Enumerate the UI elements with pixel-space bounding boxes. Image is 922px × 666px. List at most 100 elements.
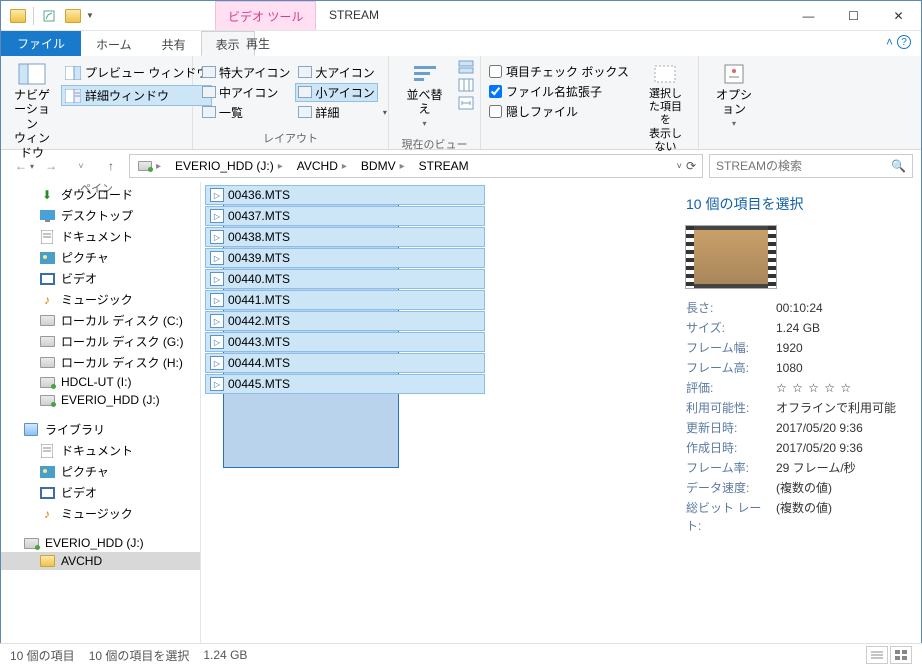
qat-customize-icon[interactable]: ▼: [86, 11, 94, 20]
navigation-bar: ← → ˅ ↑ ▸ EVERIO_HDD (J:)▸ AVCHD▸ BDMV▸ …: [1, 150, 921, 182]
columns-fit-icon[interactable]: [458, 96, 474, 110]
video-file-icon: ▷: [210, 272, 224, 286]
hide-selected-button[interactable]: 選択した項目を 表示しない: [639, 60, 692, 156]
tree-item[interactable]: デスクトップ: [1, 205, 200, 226]
status-selection-count: 10 個の項目を選択: [89, 647, 190, 664]
video-file-icon: ▷: [210, 188, 224, 202]
main-area: ⬇ダウンロードデスクトップドキュメントピクチャビデオ♪ミュージックローカル ディ…: [1, 182, 921, 644]
preview-heading: 10 個の項目を選択: [686, 194, 911, 214]
tree-item[interactable]: ドキュメント: [1, 226, 200, 247]
item-checkboxes-toggle[interactable]: 項目チェック ボックス: [487, 62, 631, 81]
layout-large-icons[interactable]: 大アイコン: [295, 63, 377, 82]
file-list-pane[interactable]: ▷00436.MTS▷00437.MTS▷00438.MTS▷00439.MTS…: [201, 182, 676, 644]
back-button[interactable]: ←: [9, 154, 33, 178]
tree-item[interactable]: ローカル ディスク (C:): [1, 310, 200, 331]
video-file-icon: ▷: [210, 230, 224, 244]
file-item[interactable]: ▷00438.MTS: [205, 227, 485, 247]
refresh-button[interactable]: ⟳: [686, 159, 696, 173]
video-file-icon: ▷: [210, 356, 224, 370]
file-item[interactable]: ▷00443.MTS: [205, 332, 485, 352]
search-icon[interactable]: 🔍: [891, 159, 906, 173]
close-button[interactable]: ✕: [876, 1, 921, 30]
breadcrumb-seg-0[interactable]: EVERIO_HDD (J:)▸: [167, 155, 289, 177]
preview-thumbnail: [686, 226, 776, 288]
breadcrumb-seg-2[interactable]: BDMV▸: [353, 155, 411, 177]
titlebar: ▼ ビデオ ツール STREAM — ☐ ✕: [1, 1, 921, 31]
breadcrumb-root-icon[interactable]: ▸: [130, 155, 167, 177]
details-view-button[interactable]: [866, 646, 888, 664]
tree-libraries[interactable]: ライブラリ: [1, 419, 200, 440]
group-by-icon[interactable]: [458, 60, 474, 74]
layout-extra-large-icons[interactable]: 特大アイコン: [199, 63, 293, 82]
tree-drive-root[interactable]: EVERIO_HDD (J:): [1, 534, 200, 552]
file-item[interactable]: ▷00444.MTS: [205, 353, 485, 373]
thumbnails-view-button[interactable]: [890, 646, 912, 664]
ribbon: ナビゲーション ウィンドウ ▾ プレビュー ウィンドウ 詳細ウィンドウ ペイン …: [1, 56, 921, 150]
status-size: 1.24 GB: [203, 648, 247, 662]
tab-play[interactable]: 再生: [226, 31, 290, 56]
file-item[interactable]: ▷00441.MTS: [205, 290, 485, 310]
breadcrumb-seg-3[interactable]: STREAM: [411, 155, 473, 177]
up-button[interactable]: ↑: [99, 154, 123, 178]
sort-by-button[interactable]: 並べ替え▾: [395, 60, 454, 130]
breadcrumb-seg-1[interactable]: AVCHD▸: [289, 155, 353, 177]
video-file-icon: ▷: [210, 293, 224, 307]
tree-item[interactable]: ビデオ: [1, 268, 200, 289]
layout-list[interactable]: 一覧: [199, 103, 293, 122]
window-title: STREAM: [329, 8, 379, 22]
layout-small-icons[interactable]: 小アイコン: [295, 83, 377, 102]
status-item-count: 10 個の項目: [10, 647, 75, 664]
maximize-button[interactable]: ☐: [831, 1, 876, 30]
tree-item[interactable]: ローカル ディスク (H:): [1, 352, 200, 373]
options-button[interactable]: オプション▾: [705, 60, 763, 130]
tree-item[interactable]: ♪ミュージック: [1, 289, 200, 310]
tab-file[interactable]: ファイル: [1, 31, 81, 56]
layout-details[interactable]: 詳細: [295, 103, 377, 122]
video-file-icon: ▷: [210, 377, 224, 391]
minimize-button[interactable]: —: [786, 1, 831, 30]
file-item[interactable]: ▷00437.MTS: [205, 206, 485, 226]
ribbon-tabs: ファイル ホーム 共有 表示 再生 ˄ ?: [1, 31, 921, 56]
app-icon[interactable]: [7, 5, 29, 27]
qat-properties-icon[interactable]: [38, 5, 60, 27]
forward-button[interactable]: →: [39, 154, 63, 178]
ribbon-group-current-view-label: 現在のビュー: [389, 134, 480, 155]
address-bar[interactable]: ▸ EVERIO_HDD (J:)▸ AVCHD▸ BDMV▸ STREAM ˅…: [129, 154, 703, 178]
file-item[interactable]: ▷00445.MTS: [205, 374, 485, 394]
ribbon-help[interactable]: ˄ ?: [886, 35, 911, 49]
qat-newfolder-icon[interactable]: [62, 5, 84, 27]
hidden-items-toggle[interactable]: 隠しファイル: [487, 102, 631, 121]
tree-item[interactable]: HDCL-UT (I:): [1, 373, 200, 391]
tree-library-item[interactable]: ピクチャ: [1, 461, 200, 482]
video-file-icon: ▷: [210, 314, 224, 328]
search-input[interactable]: [716, 159, 886, 173]
search-box[interactable]: 🔍: [709, 154, 913, 178]
navigation-tree[interactable]: ⬇ダウンロードデスクトップドキュメントピクチャビデオ♪ミュージックローカル ディ…: [1, 182, 201, 644]
filename-extensions-toggle[interactable]: ファイル名拡張子: [487, 82, 631, 101]
tab-home[interactable]: ホーム: [81, 31, 147, 56]
preview-pane-button[interactable]: プレビュー ウィンドウ: [61, 62, 212, 83]
tab-share[interactable]: 共有: [147, 31, 201, 56]
video-file-icon: ▷: [210, 335, 224, 349]
tree-item[interactable]: ローカル ディスク (G:): [1, 331, 200, 352]
layout-medium-icons[interactable]: 中アイコン: [199, 83, 293, 102]
file-item[interactable]: ▷00440.MTS: [205, 269, 485, 289]
tree-item[interactable]: EVERIO_HDD (J:): [1, 391, 200, 409]
details-pane: 10 個の項目を選択 長さ:00:10:24 サイズ:1.24 GB フレーム幅…: [676, 182, 921, 644]
file-item[interactable]: ▷00436.MTS: [205, 185, 485, 205]
rating-stars[interactable]: ☆ ☆ ☆ ☆ ☆: [776, 379, 852, 397]
tree-item[interactable]: ピクチャ: [1, 247, 200, 268]
history-dropdown-icon[interactable]: ˅: [677, 161, 682, 171]
tree-library-item[interactable]: ドキュメント: [1, 440, 200, 461]
recent-locations-button[interactable]: ˅: [69, 154, 93, 178]
tree-library-item[interactable]: ビデオ: [1, 482, 200, 503]
tree-drive-child[interactable]: AVCHD: [1, 552, 200, 570]
video-file-icon: ▷: [210, 251, 224, 265]
ribbon-group-layout-label: レイアウト: [193, 128, 388, 149]
tree-item[interactable]: ⬇ダウンロード: [1, 184, 200, 205]
details-pane-button[interactable]: 詳細ウィンドウ: [61, 85, 212, 106]
file-item[interactable]: ▷00442.MTS: [205, 311, 485, 331]
add-columns-icon[interactable]: [458, 78, 474, 92]
tree-library-item[interactable]: ♪ミュージック: [1, 503, 200, 524]
file-item[interactable]: ▷00439.MTS: [205, 248, 485, 268]
